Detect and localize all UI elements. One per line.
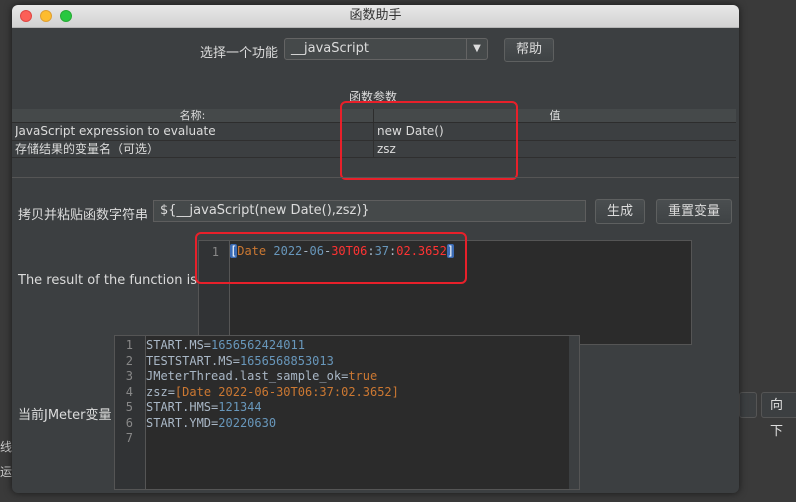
highlight-box-params [340, 101, 518, 180]
function-select-label: 选择一个功能 [200, 46, 279, 61]
generate-button[interactable]: 生成 [595, 199, 645, 224]
function-select-value: __javaScript [291, 41, 369, 56]
function-string-field[interactable]: ${__javaScript(new Date(),zsz)} [153, 200, 586, 222]
line-numbers: 1234567 [125, 338, 133, 445]
chevron-down-icon[interactable]: ▼ [466, 39, 487, 59]
title-bar: 函数助手 [12, 5, 739, 28]
background-next-button[interactable]: 向下 [761, 392, 796, 439]
window-title: 函数助手 [349, 8, 402, 23]
variable-line: START.HMS=121344 [146, 400, 262, 414]
variable-line: JMeterThread.last_sample_ok=true [146, 369, 378, 383]
result-label: The result of the function is [18, 273, 197, 288]
variables-label: 当前JMeter变量 [18, 408, 112, 423]
section-separator [12, 177, 739, 178]
variables-gutter: 1234567 [115, 336, 146, 489]
function-select-combobox[interactable]: __javaScript ▼ [284, 38, 488, 60]
variable-line: START.YMD=20220630 [146, 415, 277, 430]
background-button-partial[interactable] [739, 392, 757, 418]
function-string-value: ${__javaScript(new Date(),zsz)} [160, 203, 370, 218]
variables-editor[interactable]: 1234567 START.MS=1656562424011 TESTSTART.… [114, 335, 580, 490]
variable-line: START.MS=1656562424011 [146, 338, 305, 352]
variable-line: zsz=[Date 2022-06-30T06:37:02.3652] [146, 384, 399, 399]
reset-variables-button[interactable]: 重置变量 [656, 199, 732, 224]
copy-string-label: 拷贝并粘贴函数字符串 [18, 208, 149, 223]
variables-scrollbar[interactable] [569, 336, 579, 489]
variables-code[interactable]: START.MS=1656562424011 TESTSTART.MS=16565… [146, 338, 399, 431]
help-button[interactable]: 帮助 [504, 38, 554, 62]
param-name-cell[interactable]: JavaScript expression to evaluate [15, 123, 370, 140]
function-helper-dialog: 函数助手 选择一个功能 __javaScript ▼ 帮助 函数参数 名称: 值… [12, 5, 739, 493]
highlight-box-result [195, 232, 467, 284]
variable-line: TESTSTART.MS=1656568853013 [146, 353, 334, 368]
param-name-cell[interactable]: 存储结果的变量名（可选） [15, 141, 370, 158]
column-header-name[interactable]: 名称: [12, 109, 374, 123]
